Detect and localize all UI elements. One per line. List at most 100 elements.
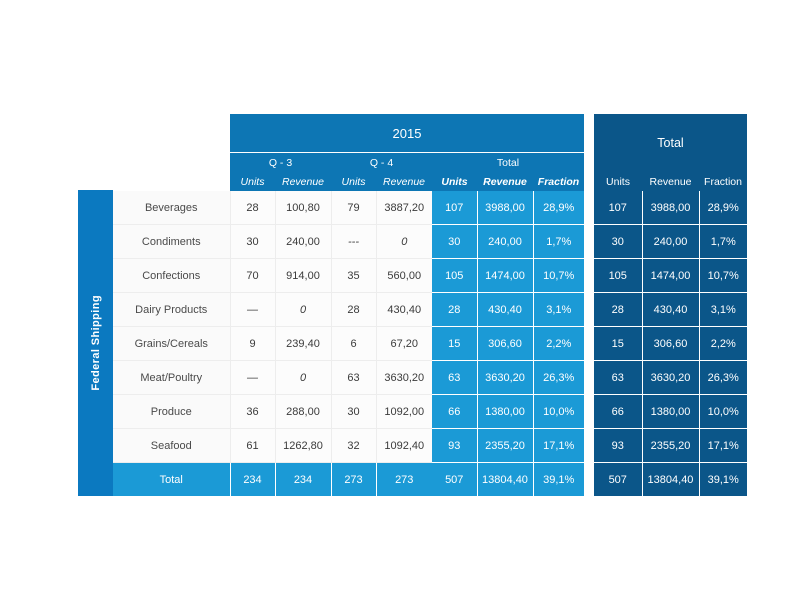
cell-grand-fraction-5: 2,2% [699,326,747,361]
table-row: Meat/Poultry —0 63 3630,20 63 3630,20 26,3% 63 3… [113,360,747,395]
cell-total-fraction-4: 3,1% [533,292,584,327]
cell-total-revenue-4: 430,40 [477,292,534,327]
cell-grand-units-2: 30 [594,224,643,259]
cell-total-fraction-1: 28,9% [533,191,584,225]
cell-q4-revenue-6: 3630,20 [376,360,432,395]
cell-grand-revenue-2: 240,00 [642,224,700,259]
header-corner-blank [113,114,230,191]
total-total-fraction: 39,1% [533,462,584,496]
header-q4-revenue: Revenue [376,172,432,191]
total-row-label: Total [113,462,231,496]
table-row: Dairy Products —0 28 430,40 28 430,40 3,1% 28 43… [113,292,747,327]
cell-q3-units-6: — [230,360,276,395]
cell-q4-revenue-8: 1092,40 [376,428,432,463]
cell-total-fraction-3: 10,7% [533,258,584,293]
cell-block-gap-7 [584,394,594,429]
total-grand-units: 507 [594,462,643,496]
header-q3-revenue: Revenue [275,172,331,191]
cell-q4-revenue-2: 0 [376,224,432,259]
cell-block-gap-6 [584,360,594,395]
table-row: Condiments 30 240,00 --- 0 30 240,00 1,7% 30 240,… [113,224,747,259]
cell-grand-revenue-6: 3630,20 [642,360,700,395]
cell-total-revenue-1: 3988,00 [477,191,534,225]
header-q3-units: Units [230,172,275,191]
cell-grand-revenue-1: 3988,00 [642,191,700,225]
table-row: Seafood 61 1262,80 32 1092,40 93 2355,20 17,1% 9… [113,428,747,463]
cell-q3-revenue-6: 0 [275,360,332,395]
cell-total-fraction-2: 1,7% [533,224,584,259]
cell-q3-units-5: 9 [230,326,276,361]
cell-total-revenue-7: 1380,00 [477,394,534,429]
cell-block-gap-3 [584,258,594,293]
cell-total-units-8: 93 [432,428,478,463]
cell-total-revenue-3: 1474,00 [477,258,534,293]
total-q3-revenue: 234 [275,462,332,496]
header-total-fraction: Fraction [533,172,584,191]
header-year-2015: 2015 [230,114,584,153]
cell-total-units-1: 107 [432,191,478,225]
total-q3-units: 234 [230,462,276,496]
cell-grand-revenue-7: 1380,00 [642,394,700,429]
header-group-total: Total [432,152,584,172]
cell-grand-units-7: 66 [594,394,643,429]
cell-grand-fraction-6: 26,3% [699,360,747,395]
cell-q4-revenue-5: 67,20 [376,326,432,361]
header-row-top: 2015 Total [113,114,747,191]
cell-q4-revenue-1: 3887,20 [376,191,432,225]
cell-q4-units-6: 63 [331,360,377,395]
header-total-units: Units [432,172,477,191]
header-group-q4: Q - 4 [331,152,432,172]
cell-q4-revenue-7: 1092,00 [376,394,432,429]
total-q4-units: 273 [331,462,377,496]
cell-grand-fraction-3: 10,7% [699,258,747,293]
header-group-q3: Q - 3 [230,152,331,172]
header-grand-fraction: Fraction [699,172,747,191]
cell-q3-units-1: 28 [230,191,276,225]
cell-total-units-5: 15 [432,326,478,361]
cell-q3-units-8: 61 [230,428,276,463]
cell-q3-revenue-8: 1262,80 [275,428,332,463]
cell-total-revenue-6: 3630,20 [477,360,534,395]
cell-grand-revenue-8: 2355,20 [642,428,700,463]
total-q4-revenue: 273 [376,462,432,496]
cell-q3-revenue-2: 240,00 [275,224,332,259]
cell-total-fraction-7: 10,0% [533,394,584,429]
row-label-8: Seafood [113,428,231,463]
cell-q4-revenue-4: 430,40 [376,292,432,327]
cell-q3-revenue-5: 239,40 [275,326,332,361]
header-q4-units: Units [331,172,376,191]
cell-block-gap-1 [584,191,594,225]
cell-grand-units-6: 63 [594,360,643,395]
row-label-1: Beverages [113,191,231,225]
row-label-5: Grains/Cereals [113,326,231,361]
total-grand-fraction: 39,1% [699,462,747,496]
cell-grand-fraction-7: 10,0% [699,394,747,429]
cell-grand-fraction-8: 17,1% [699,428,747,463]
header-grand-units: Units [594,172,642,191]
group-band-label: Federal Shipping [89,295,102,391]
cell-total-fraction-5: 2,2% [533,326,584,361]
cell-grand-fraction-4: 3,1% [699,292,747,327]
cell-total-revenue-5: 306,60 [477,326,534,361]
pivot-matrix: Federal Shipping 2015 Total Q - 3 Q - 4 … [78,114,747,496]
cell-total-revenue-2: 240,00 [477,224,534,259]
cell-grand-revenue-4: 430,40 [642,292,700,327]
cell-grand-fraction-1: 28,9% [699,191,747,225]
screenshot-canvas: Federal Shipping 2015 Total Q - 3 Q - 4 … [0,0,800,600]
cell-total-fraction-8: 17,1% [533,428,584,463]
table-row: Grains/Cereals 9 239,40 6 67,20 15 306,60 2,2% 1… [113,326,747,361]
cell-q3-revenue-3: 914,00 [275,258,332,293]
pivot-table-head: 2015 Total Q - 3 Q - 4 Total Units Reven… [113,114,747,191]
cell-grand-revenue-3: 1474,00 [642,258,700,293]
cell-total-units-7: 66 [432,394,478,429]
cell-block-gap-2 [584,224,594,259]
cell-q3-units-4: — [230,292,276,327]
cell-grand-units-4: 28 [594,292,643,327]
total-total-units: 507 [432,462,478,496]
cell-q3-units-2: 30 [230,224,276,259]
table-total-row: Total 234 234 273 273 507 13804,40 39,1% 507 1380… [113,462,747,496]
cell-total-units-6: 63 [432,360,478,395]
cell-q3-units-3: 70 [230,258,276,293]
table-row: Beverages 28 100,80 79 3887,20 107 3988,00 28,9… [113,191,747,225]
cell-grand-units-5: 15 [594,326,643,361]
